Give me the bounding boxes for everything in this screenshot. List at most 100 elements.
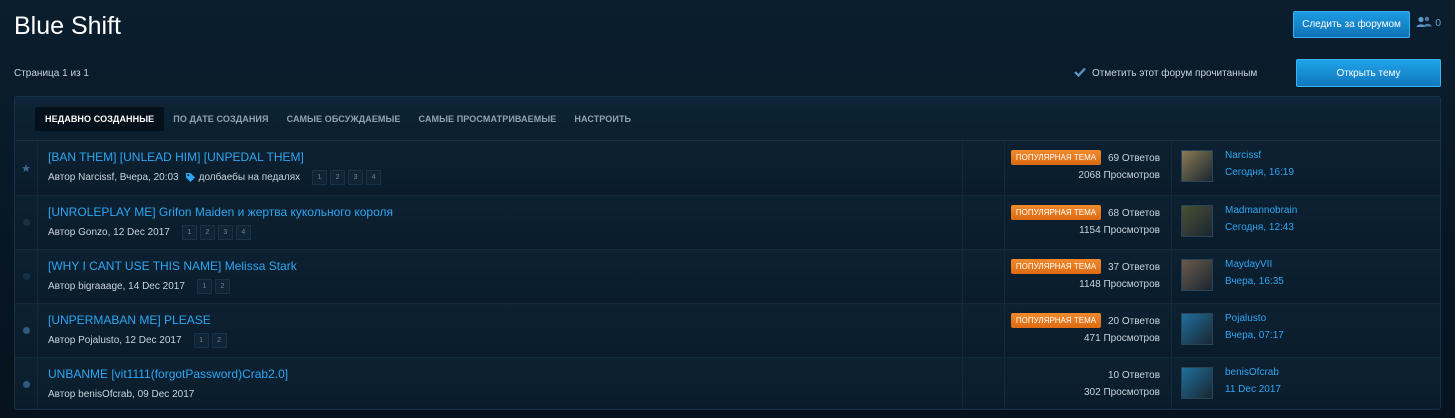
last-post-date-link[interactable]: Вчера, 16:35 bbox=[1225, 276, 1284, 287]
page-link[interactable]: 1 bbox=[193, 332, 209, 348]
topic-marker bbox=[15, 358, 37, 409]
topic-author-date: Автор Narcissf, Вчера, 20:03 bbox=[48, 171, 179, 183]
views-count: 1154 Просмотров bbox=[1079, 225, 1160, 236]
replies-count: 69 Ответов bbox=[1107, 153, 1160, 164]
divider bbox=[37, 358, 38, 409]
topic-pagination: 12 bbox=[193, 332, 227, 348]
page-link[interactable]: 1 bbox=[312, 169, 328, 185]
unread-dot-icon[interactable] bbox=[22, 327, 30, 334]
topic-stats: 10 Ответов 302 Просмотров bbox=[1084, 367, 1160, 401]
last-poster-link[interactable]: Narcissf bbox=[1225, 150, 1261, 161]
topic-marker: ★ bbox=[15, 141, 37, 195]
page-link[interactable]: 2 bbox=[330, 169, 346, 185]
page-title: Blue Shift bbox=[14, 12, 122, 40]
tab-самые-обсуждаемые[interactable]: САМЫЕ ОБСУЖДАЕМЫЕ bbox=[278, 108, 410, 130]
divider bbox=[962, 304, 963, 357]
topic-row: ★ [BAN THEM] [UNLEAD HIM] [UNPEDAL THEM] А… bbox=[15, 141, 1440, 195]
read-dot-icon[interactable] bbox=[22, 219, 30, 226]
replies-count: 20 Ответов bbox=[1107, 316, 1160, 327]
topic-meta: Автор Gonzo, 12 Dec 2017 1 2 3 4 bbox=[48, 224, 251, 240]
divider bbox=[1171, 141, 1172, 195]
topic-tag[interactable]: долбаебы на педалях bbox=[185, 172, 300, 183]
divider bbox=[37, 250, 38, 303]
topic-stats: 68 Ответов 1154 Просмотров bbox=[1079, 205, 1160, 239]
topic-pagination: 1234 bbox=[181, 224, 251, 240]
divider bbox=[1004, 250, 1005, 303]
divider bbox=[1171, 250, 1172, 303]
topic-marker bbox=[15, 196, 37, 249]
last-poster-link[interactable]: Pojalusto bbox=[1225, 313, 1266, 324]
topic-row: [WHY I CANT USE THIS NAME] Melissa Stark… bbox=[15, 249, 1440, 303]
topic-meta: Автор Narcissf, Вчера, 20:03 долбаебы на … bbox=[48, 169, 382, 185]
divider bbox=[962, 196, 963, 249]
views-count: 471 Просмотров bbox=[1083, 333, 1160, 344]
divider bbox=[37, 196, 38, 249]
last-poster-link[interactable]: Madmannobrain bbox=[1225, 205, 1297, 216]
page-link[interactable]: 1 bbox=[196, 278, 212, 294]
topic-title-link[interactable]: [BAN THEM] [UNLEAD HIM] [UNPEDAL THEM] bbox=[48, 150, 304, 164]
topic-marker bbox=[15, 304, 37, 357]
mark-read-label: Отметить этот форум прочитанным bbox=[1092, 67, 1258, 79]
topic-pagination: 1234 bbox=[312, 169, 382, 185]
page-link[interactable]: 2 bbox=[199, 224, 215, 240]
mark-read-link[interactable]: Отметить этот форум прочитанным bbox=[1074, 65, 1257, 81]
topic-title-link[interactable]: UNBANME [vit1111(forgotPassword)Crab2.0] bbox=[48, 367, 288, 381]
last-poster-link[interactable]: benisOfcrab bbox=[1225, 367, 1279, 378]
avatar[interactable] bbox=[1181, 205, 1213, 237]
page-link[interactable]: 4 bbox=[366, 169, 382, 185]
replies-count: 37 Ответов bbox=[1107, 262, 1160, 273]
last-poster-link[interactable]: MaydayVII bbox=[1225, 259, 1272, 270]
page-link[interactable]: 1 bbox=[181, 224, 197, 240]
page-info: Страница 1 из 1 bbox=[14, 68, 89, 79]
divider bbox=[1171, 358, 1172, 409]
page-link[interactable]: 2 bbox=[211, 332, 227, 348]
topic-row: UNBANME [vit1111(forgotPassword)Crab2.0]… bbox=[15, 357, 1440, 409]
tab-по-дате-создания[interactable]: ПО ДАТЕ СОЗДАНИЯ bbox=[164, 108, 277, 130]
avatar[interactable] bbox=[1181, 150, 1213, 182]
topic-title-link[interactable]: [UNPERMABAN ME] PLEASE bbox=[48, 313, 211, 327]
divider bbox=[1004, 304, 1005, 357]
page-link[interactable]: 3 bbox=[217, 224, 233, 240]
followers-count-link[interactable]: 0 bbox=[1416, 14, 1441, 32]
topic-author-date: Автор Gonzo, 12 Dec 2017 bbox=[48, 226, 170, 238]
last-post-date-link[interactable]: 11 Dec 2017 bbox=[1225, 384, 1281, 395]
divider bbox=[962, 358, 963, 409]
topic-row: [UNROLEPLAY ME] Grifon Maiden и жертва к… bbox=[15, 195, 1440, 249]
last-post-date-link[interactable]: Вчера, 07:17 bbox=[1225, 330, 1284, 341]
follow-forum-button[interactable]: Следить за форумом bbox=[1293, 11, 1410, 38]
avatar[interactable] bbox=[1181, 313, 1213, 345]
divider bbox=[37, 141, 38, 195]
tag-icon bbox=[185, 172, 195, 182]
open-topic-button[interactable]: Открыть тему bbox=[1296, 59, 1441, 87]
page-link[interactable]: 2 bbox=[214, 278, 230, 294]
last-post-date-link[interactable]: Сегодня, 16:19 bbox=[1225, 167, 1294, 178]
tab-настроить[interactable]: НАСТРОИТЬ bbox=[565, 108, 640, 130]
tab-недавно-созданные[interactable]: НЕДАВНО СОЗДАННЫЕ bbox=[35, 106, 165, 131]
topic-stats: 37 Ответов 1148 Просмотров bbox=[1079, 259, 1160, 293]
views-count: 1148 Просмотров bbox=[1079, 279, 1160, 290]
topic-author-date: Автор bigraaage, 14 Dec 2017 bbox=[48, 280, 185, 292]
unread-dot-icon[interactable] bbox=[22, 381, 30, 388]
divider bbox=[962, 250, 963, 303]
replies-count: 10 Ответов bbox=[1107, 370, 1160, 381]
page-link[interactable]: 4 bbox=[235, 224, 251, 240]
divider bbox=[1004, 141, 1005, 195]
page-link[interactable]: 3 bbox=[348, 169, 364, 185]
topic-row: [UNPERMABAN ME] PLEASE Автор Pojalusto, 1… bbox=[15, 303, 1440, 357]
tab-самые-просматриваемые[interactable]: САМЫЕ ПРОСМАТРИВАЕМЫЕ bbox=[410, 108, 566, 130]
topic-title-link[interactable]: [UNROLEPLAY ME] Grifon Maiden и жертва к… bbox=[48, 205, 393, 219]
divider bbox=[1171, 196, 1172, 249]
read-dot-icon[interactable] bbox=[22, 273, 30, 280]
topic-stats: 20 Ответов 471 Просмотров bbox=[1084, 313, 1160, 347]
sort-tabs: НЕДАВНО СОЗДАННЫЕ ПО ДАТЕ СОЗДАНИЯ САМЫЕ О… bbox=[15, 97, 1440, 141]
avatar[interactable] bbox=[1181, 367, 1213, 399]
divider bbox=[1004, 196, 1005, 249]
avatar[interactable] bbox=[1181, 259, 1213, 291]
topic-meta: Автор benisOfcrab, 09 Dec 2017 bbox=[48, 386, 194, 402]
users-icon bbox=[1416, 16, 1432, 31]
topic-marker bbox=[15, 250, 37, 303]
star-icon[interactable]: ★ bbox=[21, 163, 31, 174]
topic-title-link[interactable]: [WHY I CANT USE THIS NAME] Melissa Stark bbox=[48, 259, 297, 273]
views-count: 302 Просмотров bbox=[1083, 387, 1160, 398]
last-post-date-link[interactable]: Сегодня, 12:43 bbox=[1225, 222, 1294, 233]
